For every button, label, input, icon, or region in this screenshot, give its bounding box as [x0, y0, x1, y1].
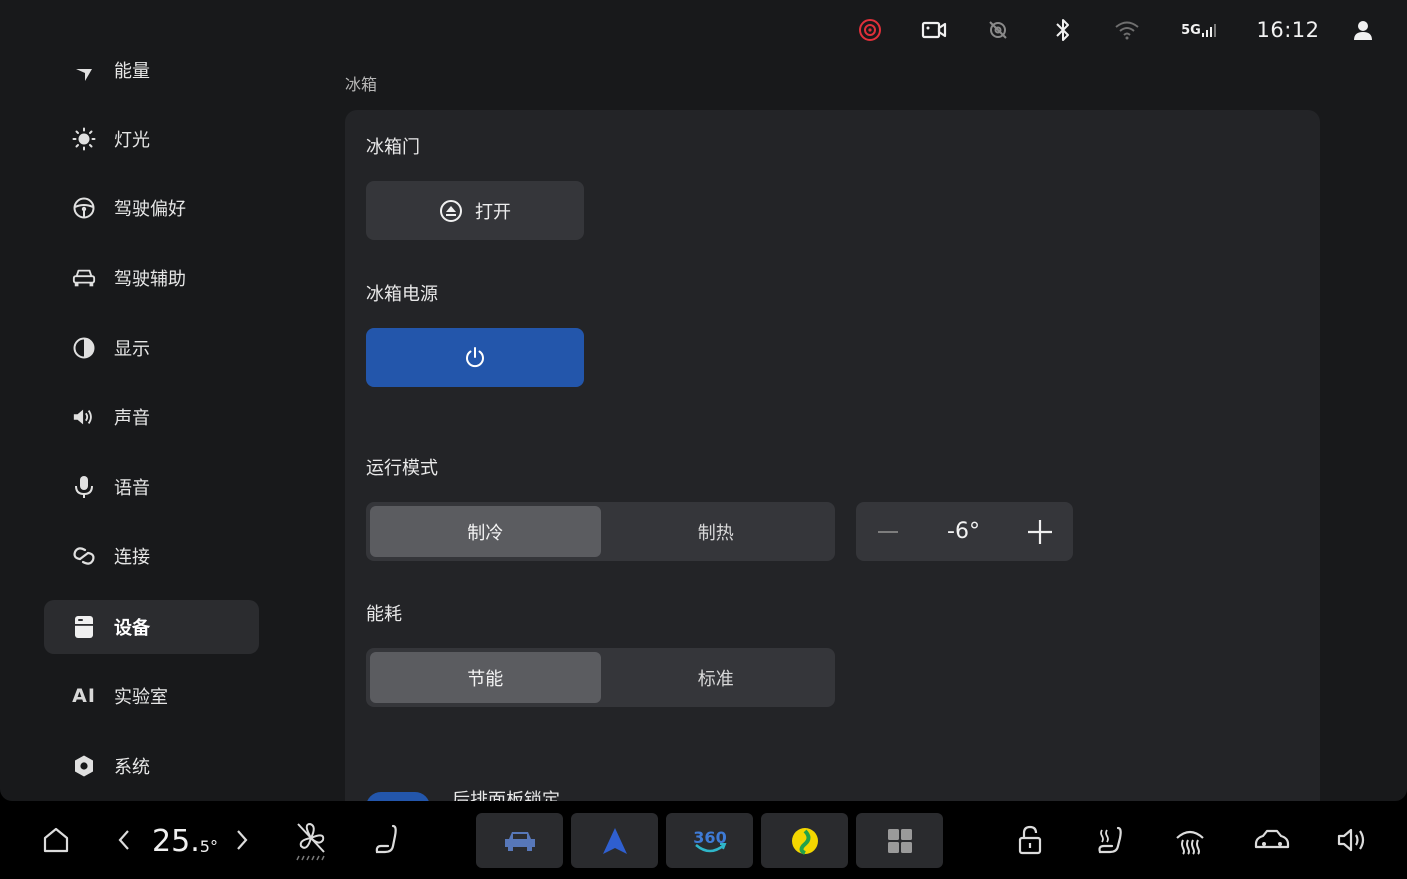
run-mode-selector: 制冷 制热 [366, 502, 835, 561]
fridge-settings-card: 冰箱门 打开 冰箱电源 运行模式 制冷 制热 -6° 能耗 节能 标准 后排面板… [345, 110, 1320, 801]
fan-icon[interactable] [292, 819, 330, 863]
device-icon [72, 615, 96, 639]
vehicle-app-tile[interactable] [476, 813, 563, 868]
clock: 16:12 [1256, 18, 1320, 42]
sidebar-item-system[interactable]: 系统 [44, 739, 259, 793]
vehicle-icon [504, 831, 535, 851]
bluetooth-icon[interactable] [1049, 16, 1077, 44]
sidebar-item-label: 实验室 [114, 687, 168, 708]
rear-defrost-icon[interactable] [1173, 823, 1207, 857]
sidebar-item-driving-assist[interactable]: 驾驶辅助 [44, 251, 259, 305]
speaker-icon [72, 405, 96, 429]
seat-heating-icon[interactable] [1093, 823, 1127, 857]
power-icon [463, 346, 487, 370]
sidebar-item-display[interactable]: 显示 [44, 321, 259, 375]
sidebar-item-label: 驾驶偏好 [114, 199, 186, 220]
camera-icon[interactable] [920, 16, 948, 44]
system-icon [72, 754, 96, 778]
user-icon[interactable] [1350, 16, 1376, 44]
navigation-app-tile[interactable] [571, 813, 658, 868]
minus-icon[interactable] [876, 520, 900, 544]
home-icon[interactable] [40, 824, 72, 856]
apps-grid-tile[interactable] [856, 813, 943, 868]
energy-mode-selector: 节能 标准 [366, 648, 835, 707]
fridge-power-button[interactable] [366, 328, 584, 387]
apps-grid-icon [887, 828, 912, 853]
sidebar-item-lab[interactable]: AI 实验室 [44, 669, 259, 723]
sidebar-item-label: 驾驶辅助 [114, 269, 186, 290]
cabin-temperature: 25. 5° [150, 821, 220, 861]
run-mode-cooling[interactable]: 制冷 [370, 506, 601, 557]
run-mode-heating[interactable]: 制热 [601, 506, 832, 557]
navigation-arrow-icon [602, 827, 627, 854]
sidebar-item-sound[interactable]: 声音 [44, 390, 259, 444]
screen: 5G 16:12 能量 灯光 驾驶偏好 驾驶辅助 显示 声音 语音 连接 设备 … [0, 0, 1407, 801]
location-off-icon[interactable] [984, 16, 1012, 44]
sidebar-item-label: 系统 [114, 757, 150, 778]
temperature-stepper: -6° [856, 502, 1073, 561]
light-icon [72, 127, 96, 151]
display-icon [72, 336, 96, 360]
sidebar: 能量 灯光 驾驶偏好 驾驶辅助 显示 声音 语音 连接 设备 AI 实验室 系统 [0, 50, 300, 801]
cabin-temperature-decimal: 5° [199, 836, 218, 856]
energy-icon [72, 58, 96, 82]
music-app-tile[interactable] [761, 813, 848, 868]
rear-panel-lock-label: 后排面板锁定 [452, 790, 560, 801]
seat-icon[interactable] [372, 823, 404, 857]
section-title: 冰箱 [345, 75, 378, 94]
camera-360-app-tile[interactable]: 360 [666, 813, 753, 868]
cabin-temperature-main: 25. [152, 823, 200, 859]
temp-decrease-icon[interactable] [112, 825, 136, 855]
sidebar-item-device[interactable]: 设备 [44, 600, 259, 654]
camera-360-icon: 360 [693, 828, 726, 852]
volume-icon[interactable] [1334, 823, 1370, 857]
fridge-power-label: 冰箱电源 [366, 284, 438, 305]
temperature-value: -6° [947, 519, 980, 544]
run-mode-label: 运行模式 [366, 458, 438, 479]
energy-mode-saving[interactable]: 节能 [370, 652, 601, 703]
sidebar-item-label: 声音 [114, 408, 150, 429]
microphone-icon [72, 475, 96, 499]
record-icon[interactable] [856, 16, 884, 44]
sidebar-item-driving-preference[interactable]: 驾驶偏好 [44, 181, 259, 235]
sidebar-item-label: 连接 [114, 547, 150, 568]
sidebar-item-label: 灯光 [114, 130, 150, 151]
steering-wheel-icon [72, 196, 96, 220]
sidebar-item-label: 显示 [114, 339, 150, 360]
link-icon [72, 544, 96, 568]
sidebar-item-voice[interactable]: 语音 [44, 460, 259, 514]
network-type: 5G [1181, 22, 1201, 38]
plus-icon[interactable] [1027, 519, 1053, 545]
energy-mode-standard[interactable]: 标准 [601, 652, 832, 703]
sidebar-item-connect[interactable]: 连接 [44, 529, 259, 583]
fridge-door-open-label: 打开 [475, 201, 511, 223]
sidebar-item-label: 能量 [114, 61, 150, 82]
signal-icon [1201, 24, 1216, 37]
car-icon [72, 266, 96, 290]
sidebar-item-light[interactable]: 灯光 [44, 112, 259, 166]
signal-indicator: 5G [1178, 16, 1222, 44]
energy-label: 能耗 [366, 604, 402, 625]
ai-icon: AI [72, 685, 96, 707]
sidebar-item-energy[interactable]: 能量 [44, 50, 259, 97]
fridge-door-label: 冰箱门 [366, 137, 420, 158]
car-settings-icon[interactable] [1252, 825, 1292, 855]
dock: 25. 5° 360 [0, 801, 1407, 879]
unlock-icon[interactable] [1014, 823, 1046, 857]
fridge-door-open-button[interactable]: 打开 [366, 181, 584, 240]
wifi-icon[interactable] [1113, 16, 1141, 44]
temp-increase-icon[interactable] [230, 825, 254, 855]
sidebar-item-label: 语音 [114, 478, 150, 499]
eject-icon [439, 199, 463, 223]
music-app-icon [791, 827, 818, 855]
rear-panel-lock-toggle[interactable] [366, 792, 430, 801]
sidebar-item-label: 设备 [114, 618, 150, 639]
